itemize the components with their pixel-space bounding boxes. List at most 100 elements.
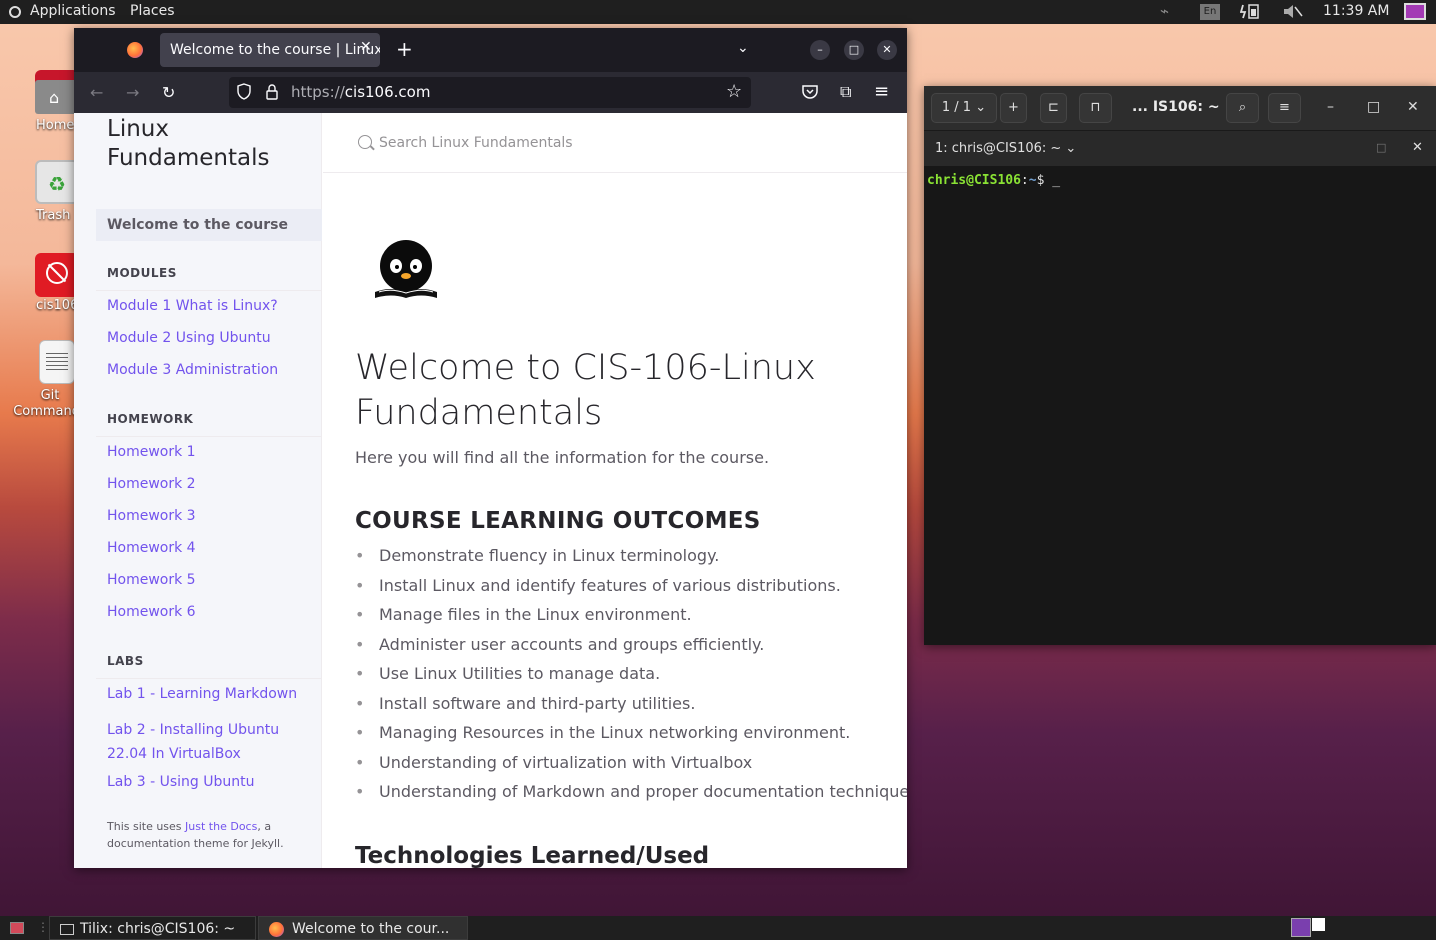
add-terminal-down-button[interactable]: ⊓ [1079,93,1112,123]
tab-bar: Welcome to the course | Linux Fundamenta… [74,28,907,72]
list-item: Use Linux Utilities to manage data. [355,664,895,694]
firefox-window: Welcome to the course | Linux Fundamenta… [74,28,907,868]
sidebar-item-welcome[interactable]: Welcome to the course [107,217,288,233]
shield-icon[interactable] [237,83,251,100]
terminal-output[interactable]: chris@CIS106:~$ _ [924,166,1436,645]
site-title[interactable]: Linux Fundamentals [107,115,307,173]
sidebar-item-homework-3[interactable]: Homework 3 [107,508,196,524]
minimize-icon[interactable]: – [810,40,830,60]
firefox-icon[interactable] [127,42,143,58]
list-item: Install Linux and identify features of v… [355,576,895,606]
divider [96,290,322,291]
chevron-down-icon: ⌄ [975,100,987,115]
sidebar-item-homework-1[interactable]: Homework 1 [107,444,196,460]
chevron-down-icon: ⌄ [1065,141,1077,156]
close-terminal-icon[interactable]: ✕ [1412,140,1423,155]
places-menu[interactable]: Places [130,3,175,19]
add-terminal-right-button[interactable]: ⊏ [1040,93,1067,123]
tab-close-icon[interactable]: ✕ [360,39,372,55]
maximize-terminal-icon[interactable]: □ [1376,141,1386,154]
list-item: Understanding of virtualization with Vir… [355,753,895,783]
sidebar-item-homework-6[interactable]: Homework 6 [107,604,196,620]
volume-muted-icon[interactable] [1282,3,1304,20]
terminal-title-bar: 1: chris@CIS106: ~ ⌄ □ ✕ [924,131,1436,166]
page-content: Linux Fundamentals Welcome to the course… [74,113,907,868]
sidebar-item-lab-2[interactable]: Lab 2 - Installing Ubuntu 22.04 In Virtu… [107,718,287,766]
list-item: Managing Resources in the Linux networki… [355,723,895,753]
blocked-icon[interactable] [35,253,79,297]
technologies-heading: Technologies Learned/Used [355,843,710,868]
taskbar-item-label: Welcome to the cour... [292,921,450,937]
workspace-2[interactable] [1312,918,1325,931]
battery-icon[interactable] [1239,3,1262,20]
taskbar-item-firefox[interactable]: Welcome to the cour... [258,916,468,940]
terminal-title-text: 1: chris@CIS106: ~ [935,141,1062,156]
menu-button[interactable]: ≡ [1268,93,1301,123]
network-icon[interactable]: ⌁ [1160,2,1169,20]
applications-menu[interactable]: Applications [30,3,116,19]
sidebar-heading-modules: MODULES [107,266,177,280]
pocket-icon[interactable] [802,84,818,99]
text-file-icon[interactable] [39,340,75,384]
sidebar-item-homework-2[interactable]: Homework 2 [107,476,196,492]
sidebar-item-module-2[interactable]: Module 2 Using Ubuntu [107,330,271,346]
taskbar-item-tilix[interactable]: Tilix: chris@CIS106: ~ [49,916,256,940]
sidebar-item-module-3[interactable]: Module 3 Administration [107,362,278,378]
terminal-tab-title[interactable]: 1: chris@CIS106: ~ ⌄ [935,141,1076,156]
extensions-icon[interactable]: ⧉ [840,82,851,102]
just-the-docs-link[interactable]: Just the Docs [185,820,257,833]
applications-icon [9,6,21,18]
prompt-symbol: $ [1036,173,1053,188]
url-bar[interactable]: https://cis106.com ☆ [229,77,751,108]
navigation-bar: ← → ↻ https://cis106.com ☆ ⧉ ≡ [74,72,907,113]
maximize-icon[interactable]: □ [844,40,864,60]
workspace-switcher[interactable] [1291,918,1311,937]
list-item: Install software and third-party utiliti… [355,694,895,724]
maximize-icon[interactable]: □ [1367,99,1380,115]
user-menu-icon[interactable] [1404,3,1426,20]
back-icon[interactable]: ← [90,83,103,102]
terminal-icon [60,923,74,935]
site-search[interactable]: Search Linux Fundamentals [323,113,907,173]
prompt-separator: : [1020,173,1029,188]
lock-icon[interactable] [266,84,278,100]
sidebar-item-module-1[interactable]: Module 1 What is Linux? [107,298,278,314]
sidebar-item-lab-1[interactable]: Lab 1 - Learning Markdown [107,686,297,702]
search-input[interactable]: Search Linux Fundamentals [379,135,573,151]
close-window-icon[interactable]: ✕ [1407,99,1419,115]
bottom-taskbar: ⋮ Tilix: chris@CIS106: ~ Welcome to the … [0,916,1436,940]
split-down-icon: ⊓ [1090,100,1101,115]
tilix-window-title: ... IS106: ~ [1132,99,1220,115]
sidebar-item-homework-5[interactable]: Homework 5 [107,572,196,588]
list-all-tabs-icon[interactable]: ⌄ [737,40,749,56]
close-window-icon[interactable]: ✕ [877,40,897,60]
top-panel: Applications Places ⌁ En 11:39 AM [0,0,1436,24]
prompt-path: ~ [1028,173,1037,188]
bookmark-star-icon[interactable]: ☆ [726,81,742,102]
app-menu-icon[interactable]: ≡ [874,81,889,102]
find-button[interactable]: ⌕ [1226,93,1259,123]
hamburger-icon: ≡ [1279,100,1290,115]
new-tab-icon[interactable]: + [396,37,413,61]
home-folder-icon[interactable]: ⌂ [35,70,79,114]
url-text[interactable]: https://cis106.com [291,83,430,101]
penguin-logo-icon [375,240,437,298]
site-footer: This site uses Just the Docs, a document… [107,818,307,852]
keyboard-layout-indicator[interactable]: En [1200,4,1220,20]
add-session-button[interactable]: + [1000,93,1027,123]
minimize-icon[interactable]: – [1327,99,1334,115]
desktop-label-home: Home [36,118,75,133]
tab-welcome[interactable]: Welcome to the course | Linux Fundamenta… [160,33,380,67]
reload-icon[interactable]: ↻ [162,83,175,102]
footer-prefix: This site uses [107,820,182,833]
terminal-prompt: chris@CIS106:~$ _ [927,173,1060,188]
plus-icon: + [1008,100,1019,115]
forward-icon[interactable]: → [126,83,139,102]
clock[interactable]: 11:39 AM [1323,3,1389,19]
session-switcher[interactable]: 1 / 1 ⌄ [931,93,997,123]
show-desktop-icon[interactable] [10,922,24,934]
taskbar-item-label: Tilix: chris@CIS106: ~ [80,921,236,937]
sidebar-item-homework-4[interactable]: Homework 4 [107,540,196,556]
trash-icon[interactable]: ♻ [35,160,79,204]
sidebar-item-lab-3[interactable]: Lab 3 - Using Ubuntu [107,774,254,790]
